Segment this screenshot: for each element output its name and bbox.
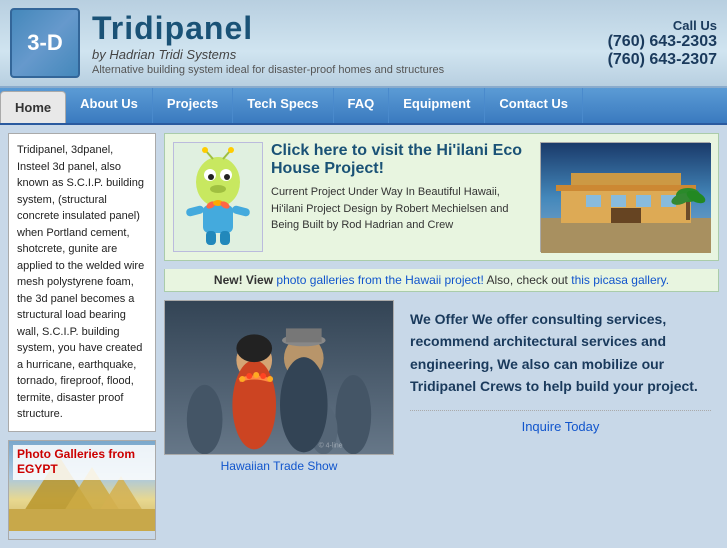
hawaii-gallery-link-text[interactable]: photo galleries from the Hawaii project! xyxy=(276,273,483,287)
brand-area: Tridipanel by Hadrian Tridi Systems Alte… xyxy=(92,10,608,76)
trade-show-box: © 4-line Hawaiian Trade Show xyxy=(164,300,394,473)
trade-show-photo: © 4-line xyxy=(164,300,394,455)
trade-show-label[interactable]: Hawaiian Trade Show xyxy=(164,459,394,473)
sidebar: Tridipanel, 3dpanel, Insteel 3d panel, a… xyxy=(8,133,156,540)
nav-item-faq[interactable]: FAQ xyxy=(334,88,390,123)
nav-item-contact[interactable]: Contact Us xyxy=(485,88,583,123)
content-area: Click here to visit the Hi'ilani Eco Hou… xyxy=(164,133,719,540)
svg-text:© 4-line: © 4-line xyxy=(319,441,343,449)
sidebar-description: Tridipanel, 3dpanel, Insteel 3d panel, a… xyxy=(8,133,156,432)
consulting-text: We Offer We offer consulting services, r… xyxy=(410,308,711,398)
hawaii-project-photo xyxy=(540,142,710,252)
main-content: Tridipanel, 3dpanel, Insteel 3d panel, a… xyxy=(0,125,727,548)
hawaii-project-heading[interactable]: Click here to visit the Hi'ilani Eco Hou… xyxy=(271,142,532,178)
hawaii-mascot-image xyxy=(173,142,263,252)
nav-item-about[interactable]: About Us xyxy=(66,88,153,123)
gallery-new-text: New! View xyxy=(214,273,276,287)
bottom-section: © 4-line Hawaiian Trade Show We Offer We… xyxy=(164,300,719,473)
phone-number-2: (760) 643-2307 xyxy=(608,51,717,69)
nav-item-projects[interactable]: Projects xyxy=(153,88,233,123)
sidebar-gallery[interactable]: Photo Galleries from EGYPT xyxy=(8,440,156,540)
phone-number-1: (760) 643-2303 xyxy=(608,33,717,51)
call-us-label: Call Us xyxy=(608,18,717,33)
page-header: 3-D Tridipanel by Hadrian Tridi Systems … xyxy=(0,0,727,88)
brand-tagline: Alternative building system ideal for di… xyxy=(92,64,608,76)
nav-item-home[interactable]: Home xyxy=(0,91,66,123)
brand-title: Tridipanel xyxy=(92,10,608,47)
picasa-text: Also, check out xyxy=(487,273,568,287)
navigation: Home About Us Projects Tech Specs FAQ Eq… xyxy=(0,88,727,125)
hawaii-project-text: Click here to visit the Hi'ilani Eco Hou… xyxy=(271,142,532,234)
phone-area: Call Us (760) 643-2303 (760) 643-2307 xyxy=(608,18,717,69)
sidebar-gallery-label[interactable]: Photo Galleries from EGYPT xyxy=(13,445,155,480)
picasa-link-text[interactable]: this picasa gallery. xyxy=(571,273,669,287)
logo-text: 3-D xyxy=(27,30,62,56)
logo: 3-D xyxy=(10,8,80,78)
brand-subtitle: by Hadrian Tridi Systems xyxy=(92,47,608,62)
sidebar-description-text: Tridipanel, 3dpanel, Insteel 3d panel, a… xyxy=(17,144,144,420)
hawaii-project-banner: Click here to visit the Hi'ilani Eco Hou… xyxy=(164,133,719,261)
hawaii-project-description: Current Project Under Way In Beautiful H… xyxy=(271,184,532,234)
nav-item-equipment[interactable]: Equipment xyxy=(389,88,485,123)
nav-item-techspecs[interactable]: Tech Specs xyxy=(233,88,333,123)
divider xyxy=(410,410,711,411)
inquire-today-link[interactable]: Inquire Today xyxy=(410,419,711,434)
hawaii-gallery-link-bar: New! View photo galleries from the Hawai… xyxy=(164,269,719,292)
consulting-box: We Offer We offer consulting services, r… xyxy=(402,300,719,473)
